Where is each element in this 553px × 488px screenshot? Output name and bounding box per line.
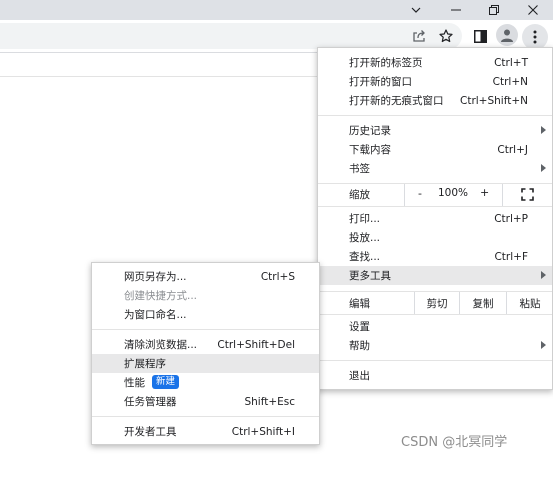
menu-item-shortcut: Ctrl+Shift+Del [217,338,295,351]
menu-item-label: 下载内容 [349,144,391,156]
menu-separator [318,206,552,207]
menu-item-history[interactable]: 历史记录 [318,121,552,140]
edit-row: 编辑 剪切 复制 粘贴 [318,292,552,314]
menu-item-label: 历史记录 [349,125,391,137]
zoom-in-button[interactable]: + [480,186,489,199]
copy-button[interactable]: 复制 [459,292,506,314]
submenu-item-dev-tools[interactable]: 开发者工具 Ctrl+Shift+I [92,422,319,441]
submenu-item-save-as[interactable]: 网页另存为... Ctrl+S [92,267,319,286]
menu-item-shortcut: Ctrl+T [494,56,528,69]
menu-item-print[interactable]: 打印... Ctrl+P [318,209,552,228]
menu-item-label: 打印... [349,213,381,225]
menu-item-label: 打开新的标签页 [349,57,423,69]
menu-item-bookmarks[interactable]: 书签 [318,159,552,178]
menu-item-settings[interactable]: 设置 [318,317,552,336]
menu-item-shortcut: Ctrl+J [497,143,528,156]
watermark-text: CSDN @北冥同学 [401,435,508,450]
menu-item-label: 创建快捷方式... [124,290,198,302]
submenu-item-task-manager[interactable]: 任务管理器 Shift+Esc [92,392,319,411]
menu-item-exit[interactable]: 退出 [318,366,552,385]
submenu-item-clear-data[interactable]: 清除浏览数据... Ctrl+Shift+Del [92,335,319,354]
new-badge: 新建 [152,375,180,389]
menu-separator [318,360,552,361]
window-titlebar [0,0,553,20]
paste-button[interactable]: 粘贴 [506,292,553,314]
side-panel-icon[interactable] [470,26,490,46]
menu-item-shortcut: Ctrl+F [494,250,528,263]
menu-item-label: 更多工具 [349,270,391,282]
submenu-item-create-shortcut: 创建快捷方式... [92,286,319,305]
menu-item-cast[interactable]: 投放... [318,228,552,247]
menu-item-label: 退出 [349,370,370,382]
menu-item-label: 投放... [349,232,381,244]
close-button[interactable] [513,0,553,20]
chrome-main-menu: 打开新的标签页 Ctrl+T 打开新的窗口 Ctrl+N 打开新的无痕式窗口 C… [317,47,553,390]
menu-item-find[interactable]: 查找... Ctrl+F [318,247,552,266]
restore-button[interactable] [474,0,514,20]
zoom-level: 100% [438,187,469,199]
menu-item-label: 查找... [349,251,381,263]
zoom-label: 缩放 [349,189,370,201]
menu-item-shortcut: Ctrl+S [260,270,295,283]
profile-avatar-icon[interactable] [496,24,518,46]
menu-item-label: 性能 [124,377,145,389]
cut-button[interactable]: 剪切 [414,292,459,314]
menu-item-label: 为窗口命名... [124,309,187,321]
submenu-arrow-icon [541,271,546,279]
menu-item-new-window[interactable]: 打开新的窗口 Ctrl+N [318,72,552,91]
menu-item-more-tools[interactable]: 更多工具 [318,266,552,285]
menu-separator [318,314,552,315]
zoom-row: 缩放 - 100% + [318,184,552,206]
submenu-item-extensions[interactable]: 扩展程序 [92,354,319,373]
menu-item-shortcut: Ctrl+Shift+I [231,425,295,438]
tab-search-icon[interactable] [396,0,436,20]
submenu-arrow-icon [541,126,546,134]
menu-item-shortcut: Ctrl+P [494,212,528,225]
minimize-button[interactable] [436,0,476,20]
menu-item-new-incognito[interactable]: 打开新的无痕式窗口 Ctrl+Shift+N [318,91,552,110]
menu-item-new-tab[interactable]: 打开新的标签页 Ctrl+T [318,53,552,72]
menu-item-label: 打开新的窗口 [349,76,412,88]
menu-item-help[interactable]: 帮助 [318,336,552,355]
menu-item-shortcut: Ctrl+Shift+N [460,94,528,107]
menu-item-label: 网页另存为... [124,271,187,283]
menu-item-label: 设置 [349,321,370,333]
menu-item-label: 清除浏览数据... [124,339,198,351]
submenu-item-performance[interactable]: 性能 新建 [92,373,319,392]
menu-separator [92,329,319,330]
menu-item-label: 扩展程序 [124,358,166,370]
page-content-divider [0,76,320,77]
fullscreen-icon[interactable] [521,188,534,201]
submenu-item-name-window[interactable]: 为窗口命名... [92,305,319,324]
menu-item-label: 开发者工具 [124,426,177,438]
menu-item-label: 任务管理器 [124,396,177,408]
submenu-arrow-icon [541,341,546,349]
menu-item-downloads[interactable]: 下载内容 Ctrl+J [318,140,552,159]
menu-item-label: 书签 [349,163,370,175]
zoom-out-label[interactable]: - [418,187,422,200]
address-bar[interactable] [0,23,462,49]
submenu-arrow-icon [541,164,546,172]
more-tools-submenu: 网页另存为... Ctrl+S 创建快捷方式... 为窗口命名... 清除浏览数… [91,262,320,445]
menu-separator [92,416,319,417]
menu-item-label: 打开新的无痕式窗口 [349,95,444,107]
menu-item-label: 帮助 [349,340,370,352]
edit-label: 编辑 [349,298,370,310]
share-icon[interactable] [409,26,429,46]
bookmark-star-icon[interactable] [436,26,456,46]
menu-item-shortcut: Shift+Esc [244,395,295,408]
menu-separator [318,115,552,116]
menu-item-shortcut: Ctrl+N [492,75,528,88]
